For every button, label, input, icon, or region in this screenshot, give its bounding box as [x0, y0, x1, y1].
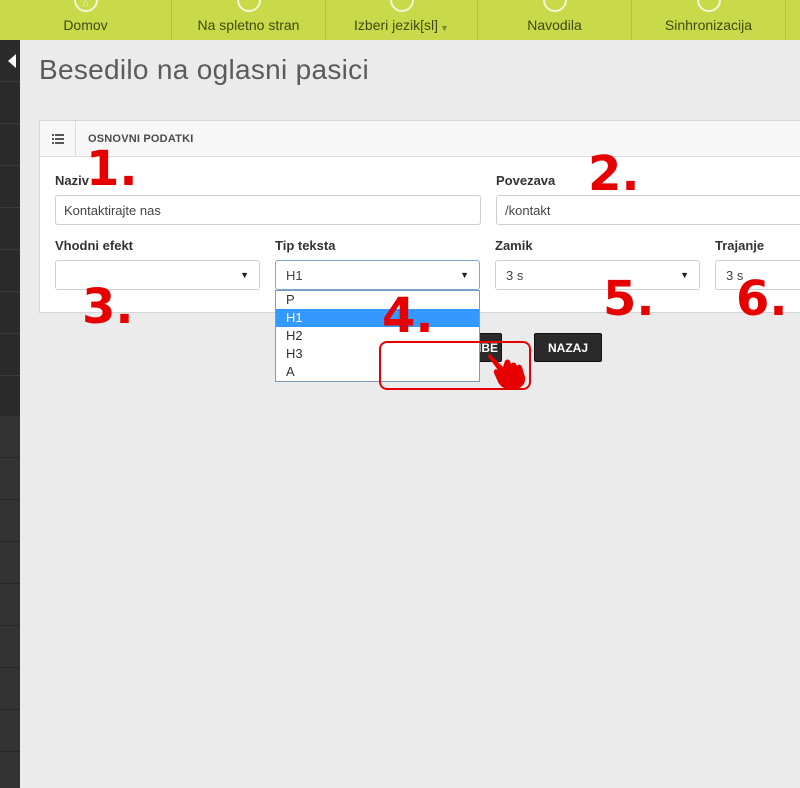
- sidebar-item[interactable]: [0, 250, 20, 292]
- panel-header: OSNOVNI PODATKI: [40, 120, 800, 157]
- list-icon: [40, 120, 76, 157]
- back-button[interactable]: NAZAJ: [534, 333, 602, 362]
- naziv-label: Naziv: [55, 173, 89, 188]
- collapse-sidebar-icon[interactable]: [8, 54, 16, 68]
- sidebar-item[interactable]: [0, 500, 20, 542]
- povezava-label: Povezava: [496, 173, 556, 188]
- annotation-number: 4.: [382, 288, 434, 344]
- dropdown-option[interactable]: P: [276, 291, 479, 309]
- sidebar-item[interactable]: [0, 584, 20, 626]
- sidebar-item[interactable]: [0, 710, 20, 752]
- nav-item-label: Na spletno stran: [197, 17, 300, 33]
- sidebar: [0, 40, 20, 788]
- top-navigation: ⌂ Domov Na spletno stran Izberi jezik[sl…: [0, 0, 800, 40]
- vhodni-efekt-label: Vhodni efekt: [55, 238, 134, 253]
- sidebar-item[interactable]: [0, 292, 20, 334]
- tip-teksta-label: Tip teksta: [275, 238, 336, 253]
- sidebar-item[interactable]: [0, 542, 20, 584]
- sidebar-item[interactable]: [0, 668, 20, 710]
- nav-item-label: Domov: [63, 17, 108, 33]
- nav-item-language[interactable]: Izberi jezik[sl] ▼: [326, 0, 478, 40]
- tip-teksta-value: H1: [286, 267, 303, 283]
- povezava-input[interactable]: /kontakt: [496, 195, 800, 225]
- annotation-number: 5.: [603, 271, 655, 327]
- globe-icon: [236, 0, 261, 12]
- nav-item-label: Navodila: [527, 17, 582, 33]
- annotation-number: 1.: [86, 141, 138, 197]
- nav-item-sync[interactable]: Sinhronizacija: [632, 0, 786, 40]
- dropdown-option-selected[interactable]: H1: [276, 309, 479, 327]
- page-title: Besedilo na oglasni pasici: [39, 54, 370, 85]
- zamik-label: Zamik: [495, 238, 533, 253]
- sidebar-item[interactable]: [0, 82, 20, 124]
- annotation-number: 3.: [82, 279, 134, 335]
- nav-item-website[interactable]: Na spletno stran: [172, 0, 326, 40]
- sidebar-item[interactable]: [0, 208, 20, 250]
- dropdown-arrow-icon: ▼: [680, 270, 689, 280]
- nav-item-label: Sinhronizacija: [664, 17, 753, 33]
- zamik-select[interactable]: 3 s ▼: [495, 260, 700, 290]
- sidebar-item[interactable]: [0, 166, 20, 208]
- nav-item-home[interactable]: ⌂ Domov: [0, 0, 172, 40]
- sidebar-item[interactable]: [0, 458, 20, 500]
- sidebar-item[interactable]: [0, 334, 20, 376]
- nav-item-label: Izberi jezik[sl]: [354, 17, 439, 33]
- zamik-value: 3 s: [506, 267, 524, 283]
- hand-pointer-icon: [488, 354, 526, 389]
- sidebar-item[interactable]: [0, 626, 20, 668]
- sidebar-item[interactable]: [0, 416, 20, 458]
- dropdown-arrow-icon: ▼: [240, 270, 249, 280]
- nav-item-instructions[interactable]: Navodila: [478, 0, 632, 40]
- sidebar-lower: [0, 416, 20, 788]
- trajanje-label: Trajanje: [715, 238, 765, 253]
- tip-teksta-select[interactable]: H1 ▼: [275, 260, 480, 290]
- home-icon: ⌂: [73, 0, 98, 12]
- nav-item-overflow: [786, 0, 800, 40]
- annotation-number: 6.: [736, 271, 788, 327]
- naziv-input[interactable]: Kontaktirajte nas: [55, 195, 481, 225]
- sidebar-item[interactable]: [0, 124, 20, 166]
- book-icon: [542, 0, 567, 12]
- sync-icon: [696, 0, 721, 12]
- language-icon: [389, 0, 414, 12]
- dropdown-arrow-icon: ▼: [460, 270, 469, 280]
- chevron-down-icon: ▼: [440, 23, 449, 33]
- annotation-number: 2.: [588, 146, 640, 202]
